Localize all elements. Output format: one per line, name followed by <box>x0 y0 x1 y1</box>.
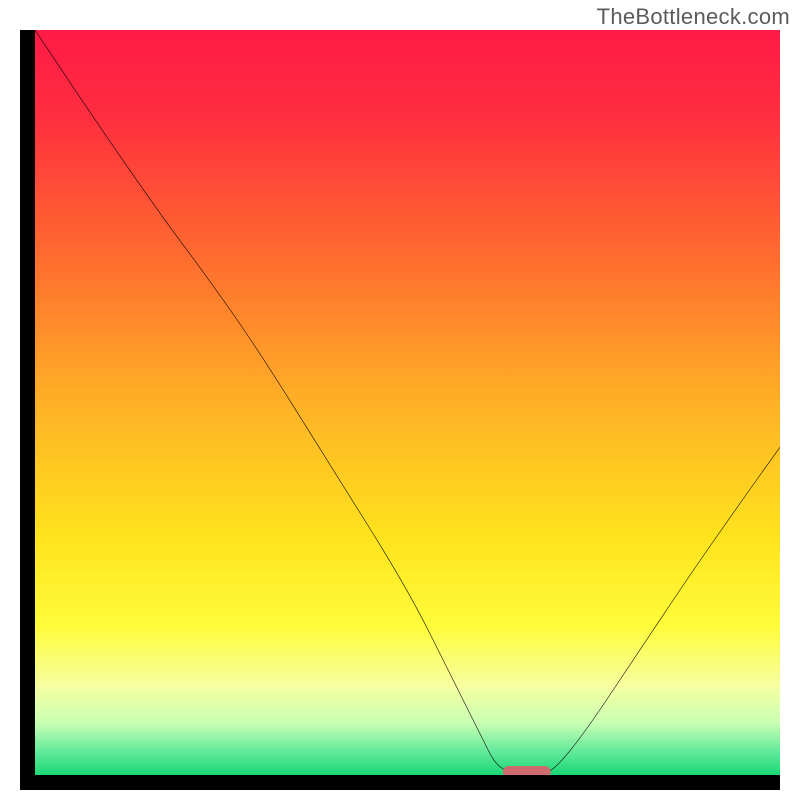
watermark-text: TheBottleneck.com <box>597 4 790 30</box>
optimal-marker <box>502 766 550 775</box>
chart-stage: TheBottleneck.com <box>0 0 800 800</box>
bottleneck-curve <box>35 30 780 775</box>
plot-frame <box>20 30 780 790</box>
plot-area <box>35 30 780 775</box>
